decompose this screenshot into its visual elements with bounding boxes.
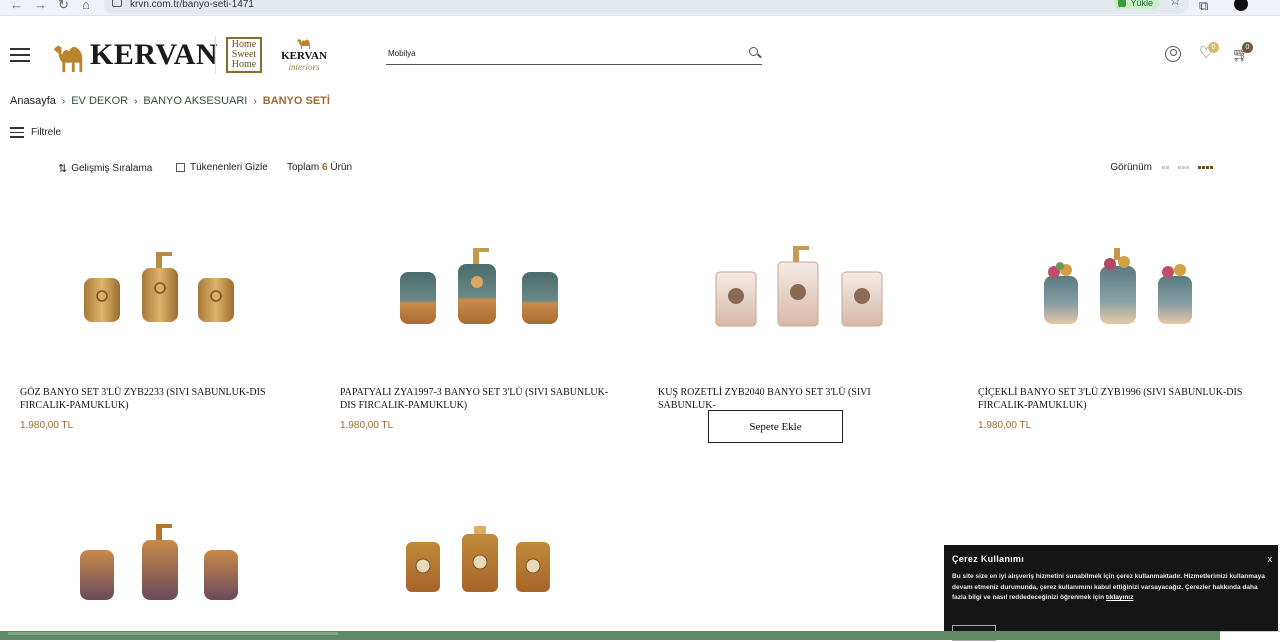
product-total: Toplam 6 Ürün — [287, 162, 352, 173]
product-image[interactable] — [638, 200, 928, 370]
product-image[interactable] — [0, 472, 290, 642]
breadcrumb: Anasayfa › EV DEKOR › BANYO AKSESUARI › … — [10, 95, 330, 107]
hsh-line-3: Home — [231, 59, 257, 70]
small-camel-icon — [297, 39, 310, 49]
search-icon[interactable] — [749, 47, 758, 56]
add-to-cart-button[interactable]: Sepete Ekle — [708, 410, 843, 443]
logo-text: KERVAN — [90, 38, 219, 71]
filter-label: Filtrele — [31, 127, 62, 138]
breadcrumb-current: BANYO SETİ — [262, 95, 330, 107]
hide-out-of-stock-label: Tükenenleri Gizle — [190, 162, 268, 173]
hide-out-of-stock-toggle[interactable]: Tükenenleri Gizle — [176, 162, 268, 173]
forward-icon[interactable]: → — [34, 0, 47, 12]
home-sweet-home-logo[interactable]: Home Sweet Home — [226, 37, 262, 73]
product-price: 1.980,00 TL — [978, 420, 1032, 431]
search-input[interactable] — [386, 43, 726, 64]
product-price: 1.980,00 TL — [340, 420, 394, 431]
bottom-notification-bar — [0, 631, 1220, 640]
product-name[interactable]: GÖZ BANYO SET 3'LÜ ZYB2233 (SIVI SABUNLU… — [20, 386, 290, 412]
filter-button[interactable]: Filtrele — [10, 127, 61, 138]
sort-icon: ⇅ — [58, 163, 68, 175]
product-image[interactable] — [320, 200, 610, 370]
address-bar[interactable]: krvn.com.tr/banyo-seti-1471 Yükle ☆ — [104, 0, 1189, 14]
view-label: Görünüm — [1110, 162, 1152, 173]
interiors-subtitle: interiors — [288, 62, 320, 72]
back-icon[interactable]: ← — [10, 0, 23, 12]
bottom-right-widget[interactable] — [1220, 631, 1280, 640]
url-text: krvn.com.tr/banyo-seti-1471 — [130, 0, 254, 10]
breadcrumb-home[interactable]: Anasayfa — [10, 95, 56, 107]
view-4col-icon[interactable] — [1198, 166, 1214, 169]
menu-icon[interactable] — [10, 48, 30, 62]
product-price: 1.980,00 TL — [20, 420, 74, 431]
product-name[interactable]: PAPATYALI ZYA1997-3 BANYO SET 3'LÜ (SIVI… — [340, 386, 610, 412]
reload-icon[interactable]: ↻ — [58, 0, 69, 13]
chevron-right-icon: › — [134, 95, 138, 107]
total-prefix: Toplam — [287, 162, 320, 173]
search-bar — [386, 43, 762, 65]
listing-toolbar: ⇅ Gelişmiş Sıralama Tükenenleri Gizle To… — [58, 162, 1222, 176]
wishlist-count-badge: 0 — [1208, 42, 1219, 53]
product-image[interactable] — [0, 200, 290, 370]
cookie-text: Bu site size en iyi alışveriş hizmetini … — [952, 572, 1270, 604]
interiors-brand: KERVAN — [281, 50, 327, 62]
close-icon[interactable]: x — [1268, 554, 1273, 564]
hide-out-of-stock-checkbox[interactable] — [176, 163, 185, 172]
product-image[interactable] — [320, 472, 610, 642]
chevron-right-icon: › — [253, 95, 257, 107]
product-name[interactable]: ÇİÇEKLİ BANYO SET 3'LÜ ZYB1996 (SIVI SAB… — [978, 386, 1248, 412]
profile-avatar[interactable] — [1234, 0, 1248, 11]
total-suffix: Ürün — [330, 162, 353, 173]
total-count: 6 — [322, 162, 328, 173]
browser-toolbar: ← → ↻ ⌂ krvn.com.tr/banyo-seti-1471 Yükl… — [0, 0, 1280, 16]
bookmark-star-icon[interactable]: ☆ — [1169, 0, 1181, 9]
cookie-more-link[interactable]: tıklayınız — [1106, 594, 1133, 601]
extensions-icon[interactable]: ⧉ — [1199, 0, 1208, 14]
cart-count-badge: 0 — [1242, 42, 1253, 53]
view-switcher: Görünüm — [1110, 162, 1222, 173]
sort-dropdown[interactable]: ⇅ Gelişmiş Sıralama — [58, 162, 152, 175]
kervan-logo[interactable]: KERVAN — [50, 34, 218, 76]
breadcrumb-banyo-aksesuari[interactable]: BANYO AKSESUARI — [143, 95, 247, 107]
product-name[interactable]: KUŞ ROZETLİ ZYB2040 BANYO SET 3'LÜ (SIVI… — [658, 386, 928, 412]
view-3col-icon[interactable] — [1178, 166, 1190, 169]
site-header: KERVAN Home Sweet Home KERVAN interiors … — [0, 18, 1280, 90]
chevron-right-icon: › — [61, 95, 66, 107]
kervan-interiors-logo[interactable]: KERVAN interiors — [280, 36, 328, 76]
breadcrumb-ev-dekor[interactable]: EV DEKOR — [71, 95, 128, 107]
view-2col-icon[interactable] — [1162, 166, 1170, 169]
cookie-banner: Çerez Kullanımı x Bu site size en iyi al… — [944, 545, 1278, 641]
sort-label: Gelişmiş Sıralama — [71, 163, 153, 174]
cookie-title: Çerez Kullanımı — [952, 554, 1025, 564]
product-image[interactable] — [958, 200, 1248, 370]
install-button[interactable]: Yükle — [1114, 0, 1159, 9]
filter-icon — [10, 127, 24, 138]
home-icon[interactable]: ⌂ — [82, 0, 90, 12]
site-info-icon[interactable] — [112, 0, 122, 7]
camel-logo-icon — [53, 45, 83, 73]
logo-divider — [215, 36, 216, 74]
user-account-icon[interactable] — [1165, 46, 1181, 62]
